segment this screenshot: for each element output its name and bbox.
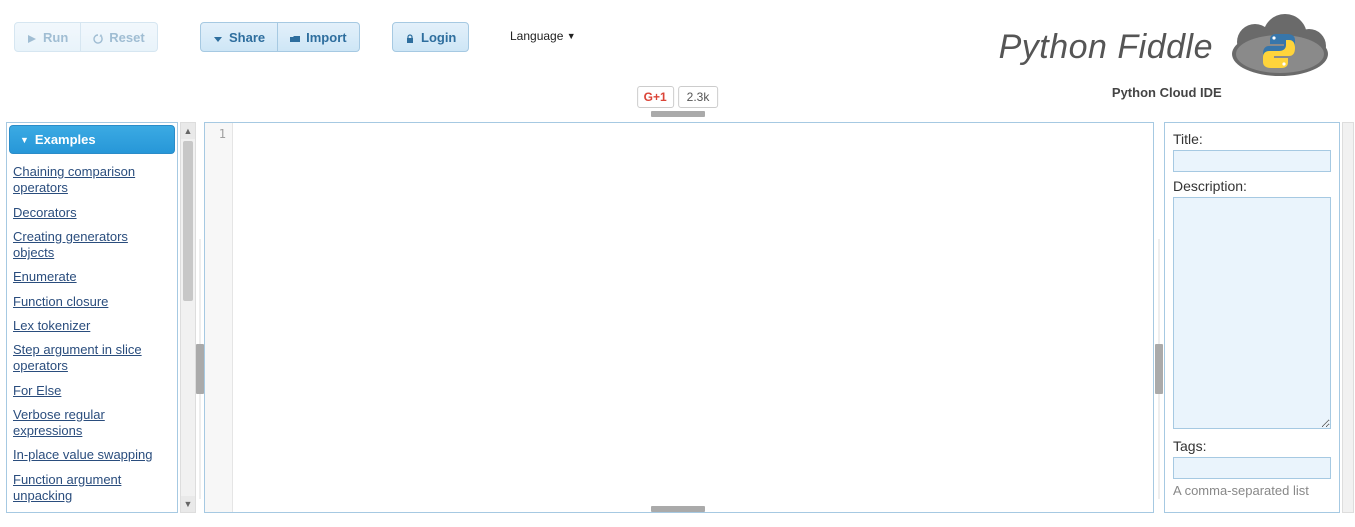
scroll-up-icon[interactable]: ▲ [181,123,195,139]
import-button[interactable]: Import [278,22,359,52]
sidebar-scrollbar[interactable]: ▲ ▼ [180,122,196,513]
share-label: Share [229,30,265,45]
tags-input[interactable] [1173,457,1331,479]
title-label: Title: [1173,131,1331,147]
metadata-panel: Title: Description: Tags: A comma-separa… [1164,122,1340,513]
tags-label: Tags: [1173,438,1331,454]
examples-header-label: Examples [35,132,96,147]
share-import-group: Share Import [200,22,360,52]
share-button[interactable]: Share [200,22,278,52]
python-cloud-logo-icon [1225,12,1335,83]
reset-button[interactable]: Reset [81,22,157,52]
login-button[interactable]: Login [392,22,469,52]
editor-gutter: 1 [205,123,233,512]
tags-hint: A comma-separated list [1173,483,1331,498]
run-reset-group: Run Reset [14,22,158,52]
example-link[interactable]: Verbose regular expressions [13,403,171,444]
gplus-count: 2.3k [678,86,719,108]
import-label: Import [306,30,346,45]
vertical-splitter-left[interactable] [199,239,201,499]
line-number: 1 [205,127,226,141]
language-label: Language [510,29,563,43]
caret-down-icon [213,32,223,42]
gplus-widget: G+1 2.3k [637,86,719,108]
brand-title: Python Fiddle [999,28,1213,67]
examples-list: Chaining comparison operators Decorators… [7,156,177,512]
example-link[interactable]: For Else [13,379,171,403]
example-link[interactable]: Enumerate [13,265,171,289]
refresh-icon [93,32,103,42]
brand-subtitle: Python Cloud IDE [999,85,1335,100]
login-label: Login [421,30,456,45]
meta-scrollbar[interactable] [1342,122,1354,513]
code-area[interactable] [233,123,1153,512]
vertical-splitter-right[interactable] [1158,239,1160,499]
brand-block: Python Fiddle Python Cloud IDE [999,12,1335,100]
gplus-button[interactable]: G+1 [637,86,674,108]
example-link[interactable]: Decorators [13,201,171,225]
example-link[interactable]: In-place value swapping [13,443,171,467]
title-input[interactable] [1173,150,1331,172]
triangle-down-icon: ▼ [20,135,29,145]
play-icon [27,32,37,42]
example-link[interactable]: Step argument in slice operators [13,338,171,379]
language-dropdown[interactable]: Language ▼ [510,29,576,43]
scroll-thumb[interactable] [183,141,193,301]
split-handle-bottom[interactable] [651,506,705,512]
example-link[interactable]: Function closure [13,290,171,314]
examples-header[interactable]: ▼ Examples [9,125,175,154]
run-button[interactable]: Run [14,22,81,52]
run-label: Run [43,30,68,45]
lock-icon [405,32,415,42]
example-link[interactable]: Function argument unpacking [13,468,171,509]
example-link[interactable]: Creating generators objects [13,225,171,266]
description-input[interactable] [1173,197,1331,429]
reset-label: Reset [109,30,144,45]
scroll-down-icon[interactable]: ▼ [181,496,195,512]
example-link[interactable]: Chaining comparison operators [13,160,171,201]
example-link[interactable]: Lex tokenizer [13,314,171,338]
folder-icon [290,32,300,42]
chevron-down-icon: ▼ [567,31,576,41]
description-label: Description: [1173,178,1331,194]
split-handle-top[interactable] [651,111,705,117]
login-group: Login [392,22,469,52]
examples-panel: ▼ Examples Chaining comparison operators… [6,122,178,513]
code-editor[interactable]: 1 [204,122,1154,513]
